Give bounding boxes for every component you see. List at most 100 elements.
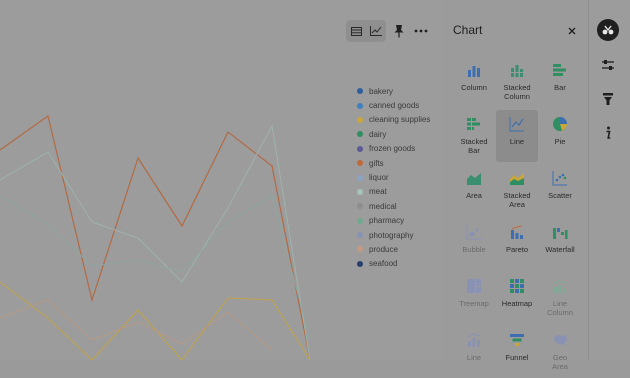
chart-legend: bakery canned goods cleaning supplies dairy… [357,84,430,271]
column-chart-icon [466,62,482,78]
legend-item[interactable]: liquor [357,170,430,184]
view-toggle [346,20,386,42]
bar-chart-icon [552,62,568,78]
table-icon[interactable] [348,23,364,39]
legend-label: pharmacy [369,216,405,226]
chart-type-label: Bubble [462,245,486,254]
legend-item[interactable]: cleaning supplies [357,113,430,127]
series-line-liquor [0,195,311,341]
series-line-cleaning-supplies [0,281,311,360]
legend-swatch [357,232,363,239]
funnel-chart-icon [509,332,525,348]
legend-item[interactable]: medical [357,199,430,213]
legend-swatch [357,160,363,167]
legend-item[interactable]: meat [357,185,430,199]
funnel-filter-icon[interactable] [597,88,619,110]
legend-swatch [357,188,363,195]
pareto-chart-icon [509,224,525,240]
chart-type-label: Funnel [505,353,529,362]
legend-label: cleaning supplies [369,115,431,125]
geo-area-icon [552,332,568,348]
legend-item[interactable]: gifts [357,156,430,170]
legend-item[interactable]: produce [357,242,430,256]
heatmap-icon [509,278,525,294]
close-icon[interactable] [565,24,579,38]
legend-swatch [357,174,363,181]
stacked-bar-icon [466,116,482,132]
info-icon[interactable] [597,122,619,144]
legend-item[interactable]: seafood [357,257,430,271]
chart-type-label: Pareto [505,245,529,254]
chart-type-label: Scatter [548,191,572,200]
chart-type-funnel[interactable]: Funnel [496,326,538,378]
chart-settings-icon[interactable] [597,19,619,41]
legend-label: canned goods [369,101,420,111]
area-chart-icon [466,170,482,186]
chart-type-label: Heatmap [501,299,533,308]
chart-type-column[interactable]: Column [453,56,495,108]
legend-label: medical [369,201,397,211]
chart-type-label: Waterfall [545,245,575,254]
chart-type-label: Area [466,191,482,200]
legend-label: photography [369,230,414,240]
more-options-icon[interactable] [410,20,432,42]
legend-swatch [357,246,363,253]
chart-type-geo-area[interactable]: Geo Area [539,326,581,378]
legend-swatch [357,260,363,267]
legend-swatch [357,131,363,138]
pie-chart-icon [552,116,568,132]
legend-item[interactable]: photography [357,228,430,242]
chart-type-label: Stacked Bar [460,137,488,155]
line-chart-icon [509,116,525,132]
legend-label: seafood [369,259,398,269]
stacked-area-icon [509,170,525,186]
chart-type-stacked-area[interactable]: Stacked Area [496,164,538,216]
legend-item[interactable]: frozen goods [357,142,430,156]
series-line-meat [0,124,311,360]
chart-type-scatter[interactable]: Scatter [539,164,581,216]
chart-type-treemap[interactable]: Treemap [453,272,495,324]
chart-type-bar[interactable]: Bar [539,56,581,108]
waterfall-chart-icon [552,224,568,240]
legend-label: produce [369,244,398,254]
legend-swatch [357,145,363,152]
chart-type-line-column[interactable]: Line Column [539,272,581,324]
chart-type-area[interactable]: Area [453,164,495,216]
treemap-icon [466,278,482,294]
chart-type-bubble[interactable]: Bubble [453,218,495,270]
legend-item[interactable]: canned goods [357,98,430,112]
panel-title: Chart [453,23,483,37]
legend-swatch [357,203,363,210]
chart-type-label: Geo Area [552,353,568,371]
chart-type-label: Bar [554,83,566,92]
bubble-chart-icon [466,224,482,240]
legend-label: meat [369,187,387,197]
chart-type-pareto[interactable]: Pareto [496,218,538,270]
legend-swatch [357,217,363,224]
legend-label: bakery [369,86,394,96]
line-stacked-icon [466,332,482,348]
chart-type-label: Column [461,83,487,92]
legend-label: frozen goods [369,144,416,154]
legend-item[interactable]: pharmacy [357,214,430,228]
pin-icon[interactable] [388,20,410,42]
sliders-icon[interactable] [597,54,619,76]
chart-type-panel: Chart Column Stacked Column Bar Stacked Bar Li… [443,0,588,371]
chart-type-waterfall[interactable]: Waterfall [539,218,581,270]
chart-type-pie[interactable]: Pie [539,110,581,162]
legend-item[interactable]: bakery [357,84,430,98]
line-column-icon [552,278,568,294]
chart-type-label: Line [466,353,482,362]
chart-type-stacked-column[interactable]: Stacked Column [496,56,538,108]
line-chart-icon[interactable] [368,23,384,39]
scatter-chart-icon [552,170,568,186]
legend-item[interactable]: dairy [357,127,430,141]
chart-type-label: Line Column [547,299,573,317]
chart-type-heatmap[interactable]: Heatmap [496,272,538,324]
chart-type-line[interactable]: Line [453,326,495,378]
chart-type-stacked-bar[interactable]: Stacked Bar [453,110,495,162]
legend-label: dairy [369,129,387,139]
legend-swatch [357,88,363,95]
chart-type-label: Pie [554,137,566,146]
chart-type-line[interactable]: Line [496,110,538,162]
